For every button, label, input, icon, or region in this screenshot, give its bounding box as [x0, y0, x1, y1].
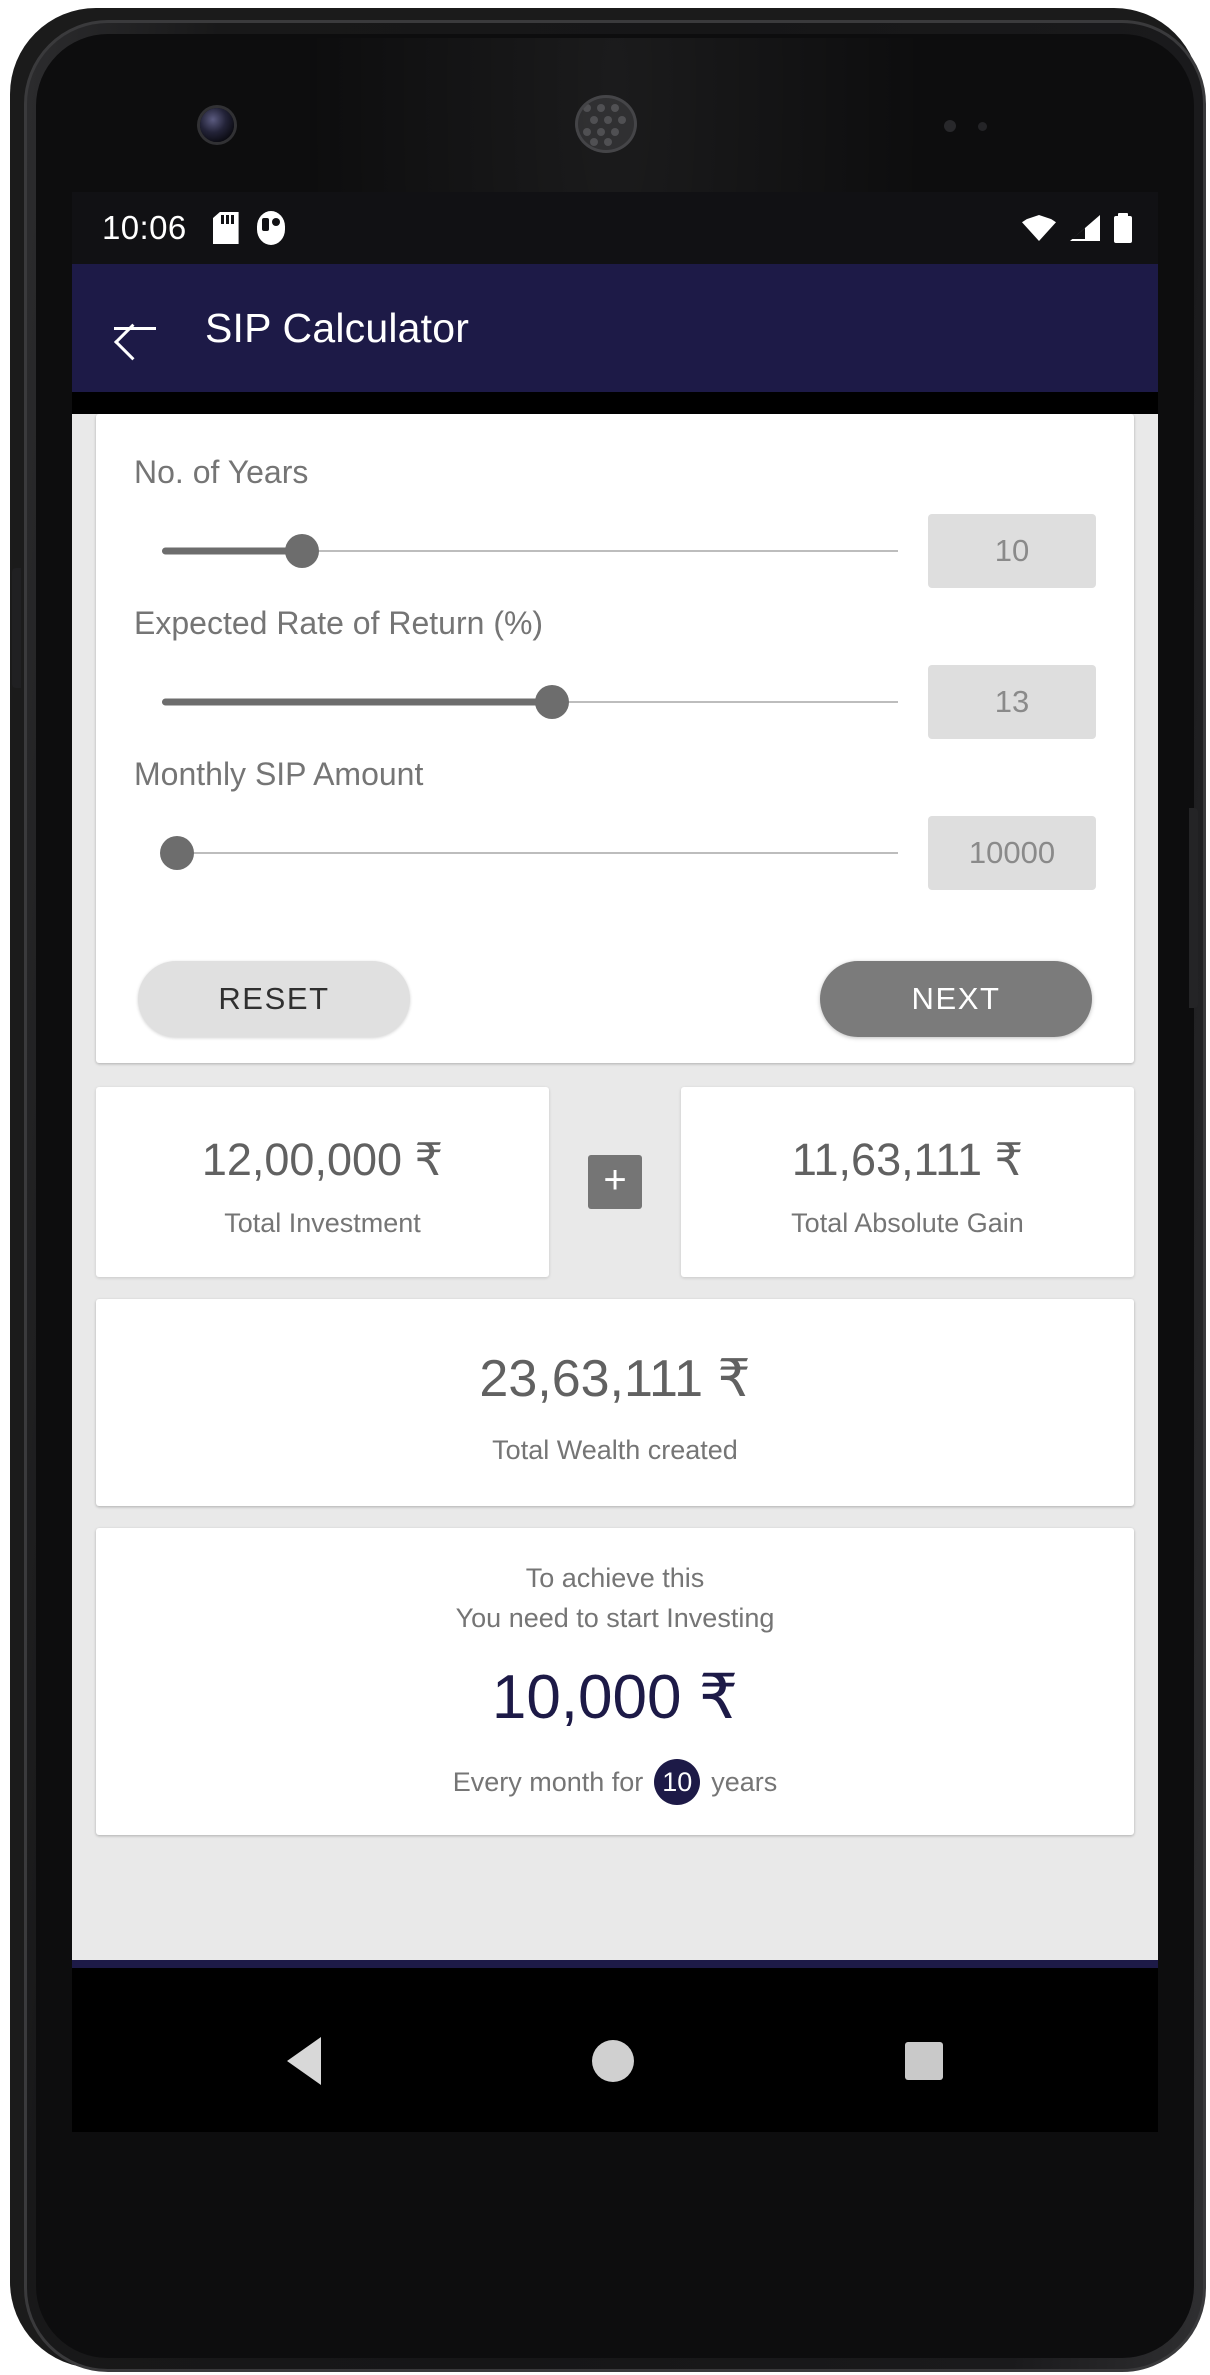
total-gain-amount: 11,63,111 ₹: [791, 1134, 1024, 1185]
nav-home-circle-icon[interactable]: [591, 2040, 634, 2082]
status-bar-notification-icons: [213, 211, 285, 245]
achieve-footer-prefix: Every month for: [452, 1766, 644, 1797]
bottom-accent-bar: [72, 1960, 1158, 1968]
system-navigation-bar: [72, 1968, 1158, 2132]
total-investment-card: 12,00,000 ₹ Total Investment: [96, 1087, 549, 1277]
inputs-card: No. of Years 10 Expected Rate of Return …: [96, 414, 1134, 1063]
cellular-signal-icon: [1070, 215, 1100, 241]
achieve-amount: 10,000 ₹: [491, 1663, 739, 1732]
slider-thumb-years[interactable]: [284, 534, 319, 568]
back-arrow-icon[interactable]: [112, 305, 158, 351]
achieve-card: To achieve this You need to start Invest…: [96, 1528, 1134, 1835]
value-input-sip[interactable]: 10000: [928, 816, 1096, 890]
slider-thumb-rate[interactable]: [535, 685, 570, 719]
label-no-of-years: No. of Years: [134, 454, 309, 490]
label-monthly-sip-amount: Monthly SIP Amount: [134, 756, 424, 792]
slider-row-sip: 10000: [134, 799, 1096, 907]
power-button[interactable]: [1189, 808, 1198, 1008]
value-input-years[interactable]: 10: [928, 514, 1096, 588]
earpiece-speaker: [578, 98, 634, 150]
total-wealth-label: Total Wealth created: [492, 1435, 738, 1465]
next-button[interactable]: NEXT: [820, 961, 1092, 1037]
nav-recents-square-icon[interactable]: [904, 2042, 943, 2080]
front-camera-icon: [200, 108, 234, 142]
reset-button[interactable]: RESET: [138, 961, 410, 1037]
proximity-sensor-icon: [944, 120, 956, 132]
slider-track: [162, 852, 898, 854]
value-input-rate[interactable]: 13: [928, 665, 1096, 739]
volume-button[interactable]: [12, 568, 21, 688]
sd-card-icon: [213, 212, 239, 244]
nav-back-triangle-icon[interactable]: [287, 2037, 322, 2085]
status-bar: 10:06: [72, 192, 1158, 264]
main-content: No. of Years 10 Expected Rate of Return …: [72, 414, 1158, 1968]
achieve-line-1: To achieve this: [525, 1563, 705, 1593]
slider-track-fill: [162, 547, 302, 555]
achieve-footer: Every month for 10 years: [106, 1759, 1124, 1805]
app-bar: SIP Calculator: [72, 264, 1158, 392]
achieve-line-2: You need to start Investing: [455, 1603, 775, 1633]
action-button-row: RESET NEXT: [134, 961, 1096, 1037]
years-badge: 10: [654, 1759, 701, 1805]
plus-icon: +: [588, 1155, 642, 1209]
status-bar-clock: 10:06: [102, 209, 187, 246]
total-gain-label: Total Absolute Gain: [791, 1208, 1024, 1238]
slider-track-fill: [162, 698, 553, 706]
total-wealth-amount: 23,63,111 ₹: [479, 1350, 751, 1408]
total-investment-amount: 12,00,000 ₹: [201, 1134, 444, 1185]
slider-rate-of-return[interactable]: [162, 674, 898, 730]
total-wealth-card: 23,63,111 ₹ Total Wealth created: [96, 1299, 1134, 1506]
phone-frame-outer: 10:06 SIP Calculator No. of Years 10 Exp…: [10, 8, 1206, 2372]
results-row: 12,00,000 ₹ Total Investment + 11,63,111…: [96, 1087, 1134, 1277]
total-investment-label: Total Investment: [224, 1208, 421, 1238]
slider-years[interactable]: [162, 523, 898, 579]
slider-row-rate: 13: [134, 648, 1096, 756]
slider-monthly-sip-amount[interactable]: [159, 825, 898, 881]
status-bar-system-icons: [1022, 213, 1132, 243]
phone-screen: 10:06 SIP Calculator No. of Years 10 Exp…: [72, 192, 1158, 2132]
slider-thumb-sip[interactable]: [159, 836, 194, 870]
battery-icon: [1114, 213, 1132, 243]
total-gain-card: 11,63,111 ₹ Total Absolute Gain: [681, 1087, 1134, 1277]
light-sensor-icon: [978, 122, 987, 131]
slider-row-years: 10: [134, 497, 1096, 605]
achieve-footer-suffix: years: [711, 1766, 778, 1797]
label-expected-rate-of-return: Expected Rate of Return (%): [134, 605, 544, 641]
page-title: SIP Calculator: [205, 304, 470, 351]
app-notification-icon: [256, 211, 285, 245]
wifi-icon: [1022, 215, 1056, 241]
